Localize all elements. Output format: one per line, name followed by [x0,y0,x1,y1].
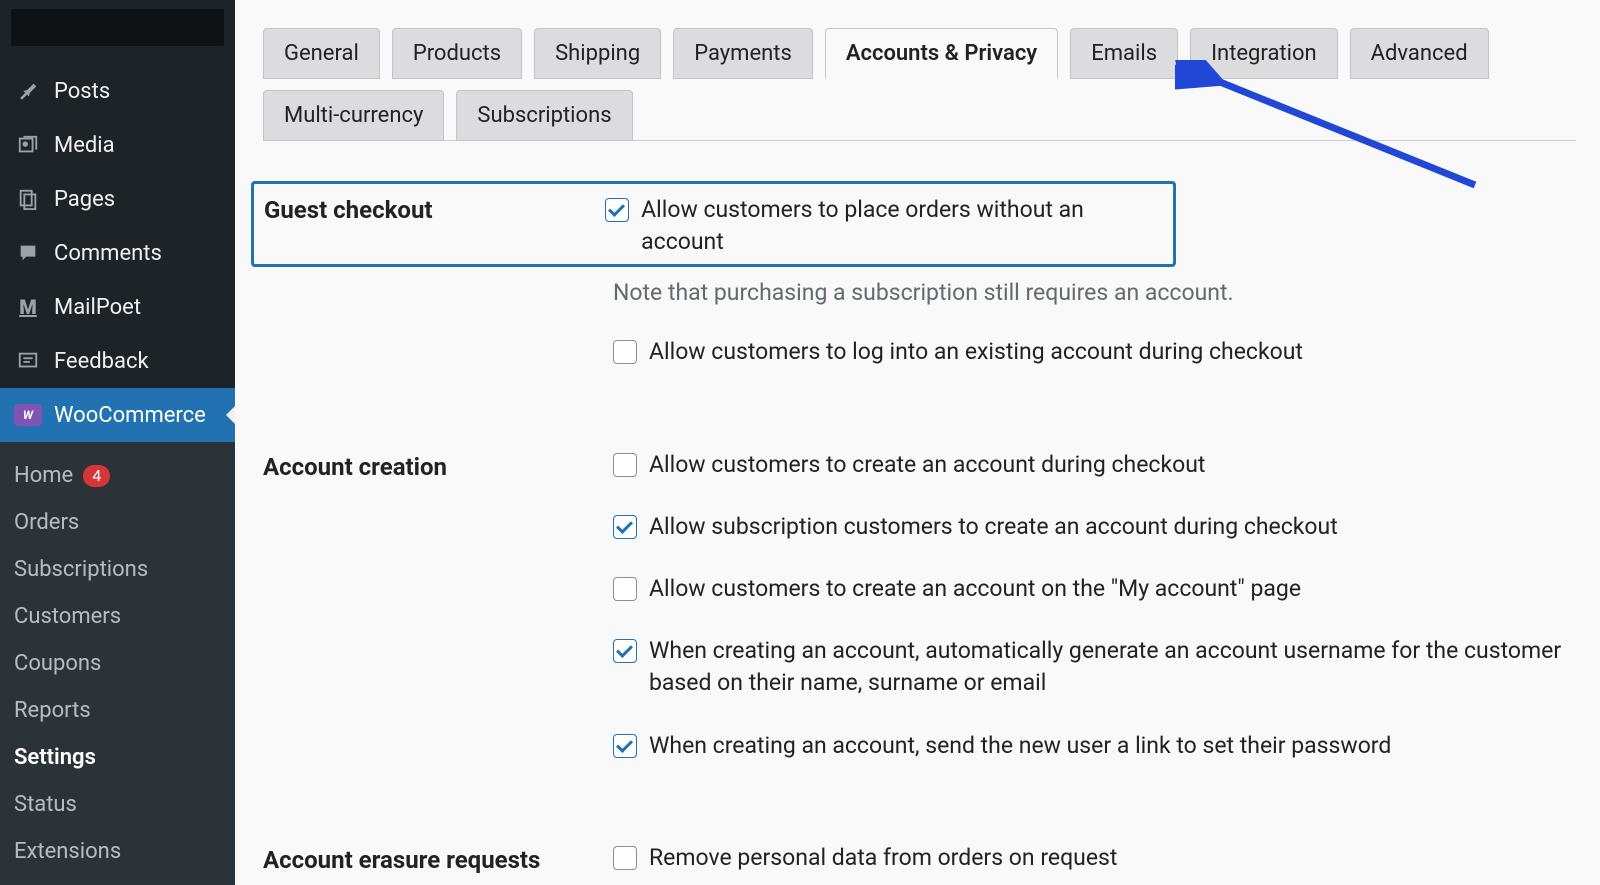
tab-multi-currency[interactable]: Multi-currency [263,90,444,141]
tab-label: Products [413,41,501,66]
checkbox-send-password-link[interactable] [613,734,637,758]
sidebar-item-label: Feedback [54,349,149,374]
tab-label: Accounts & Privacy [846,41,1037,66]
submenu-label: Settings [14,745,96,770]
checkbox-label: When creating an account, send the new u… [649,730,1391,762]
section-title-guest-checkout: Guest checkout [264,194,605,224]
tab-advanced[interactable]: Advanced [1350,28,1489,79]
woo-icon: W [14,401,42,429]
feedback-icon [14,347,42,375]
guest-checkout-note: Note that purchasing a subscription stil… [613,279,1576,306]
submenu-item-home[interactable]: Home 4 [0,452,235,499]
checkbox-label: Remove personal data from orders on requ… [649,842,1117,874]
submenu-label: Reports [14,698,91,723]
tab-label: Multi-currency [284,103,423,128]
woocommerce-submenu: Home 4 Orders Subscriptions Customers Co… [0,442,235,885]
submenu-label: Subscriptions [14,557,148,582]
submenu-item-extensions[interactable]: Extensions [0,828,235,875]
checkbox-label: Allow customers to create an account dur… [649,449,1205,481]
sidebar-item-comments[interactable]: Comments [0,226,235,280]
guest-checkout-highlight: Guest checkout Allow customers to place … [251,181,1176,267]
tab-general[interactable]: General [263,28,380,79]
tab-products[interactable]: Products [392,28,522,79]
pin-icon [14,77,42,105]
sidebar-item-label: Comments [54,241,162,266]
submenu-label: Home [14,463,73,488]
section-title-account-creation: Account creation [263,449,613,481]
tab-label: Payments [694,41,792,66]
sidebar-item-label: Pages [54,187,115,212]
submenu-item-orders[interactable]: Orders [0,499,235,546]
submenu-item-subscriptions[interactable]: Subscriptions [0,546,235,593]
checkbox-label: Allow customers to log into an existing … [649,336,1303,368]
submenu-label: Status [14,792,77,817]
sidebar-item-label: Posts [54,79,110,104]
checkbox-login-during-checkout[interactable] [613,340,637,364]
submenu-label: Customers [14,604,121,629]
admin-sidebar: Posts Media Pages Comments M MailPoet Fe… [0,0,235,885]
main-content: General Products Shipping Payments Accou… [235,0,1600,885]
checkbox-guest-place-orders[interactable] [605,198,629,222]
section-title-erasure: Account erasure requests [263,842,613,874]
sidebar-item-posts[interactable]: Posts [0,64,235,118]
tab-label: General [284,41,359,66]
submenu-badge: 4 [83,465,110,487]
checkbox-sub-create-account-checkout[interactable] [613,515,637,539]
tab-shipping[interactable]: Shipping [534,28,661,79]
checkbox-remove-personal-data[interactable] [613,846,637,870]
sidebar-item-woocommerce[interactable]: W WooCommerce [0,388,235,442]
tab-payments[interactable]: Payments [673,28,813,79]
site-name-block [11,9,224,46]
submenu-label: Coupons [14,651,101,676]
checkbox-create-account-myaccount[interactable] [613,577,637,601]
sidebar-item-label: WooCommerce [54,403,206,428]
sidebar-menu: Posts Media Pages Comments M MailPoet Fe… [0,46,235,885]
tab-integration[interactable]: Integration [1190,28,1338,79]
sidebar-item-mailpoet[interactable]: M MailPoet [0,280,235,334]
comment-icon [14,239,42,267]
tab-label: Integration [1211,41,1317,66]
tab-label: Emails [1091,41,1157,66]
media-icon [14,131,42,159]
tab-subscriptions[interactable]: Subscriptions [456,90,632,141]
tab-label: Shipping [555,41,640,66]
sidebar-item-feedback[interactable]: Feedback [0,334,235,388]
tab-emails[interactable]: Emails [1070,28,1178,79]
sidebar-item-pages[interactable]: Pages [0,172,235,226]
sidebar-item-label: MailPoet [54,295,141,320]
checkbox-label: When creating an account, automatically … [649,635,1576,699]
submenu-label: Extensions [14,839,121,864]
submenu-item-coupons[interactable]: Coupons [0,640,235,687]
checkbox-create-account-checkout[interactable] [613,453,637,477]
settings-tabs: General Products Shipping Payments Accou… [263,0,1576,141]
submenu-label: Orders [14,510,79,535]
submenu-item-settings[interactable]: Settings [0,734,235,781]
mailpoet-icon: M [14,293,42,321]
checkbox-label: Allow customers to place orders without … [641,194,1161,258]
tab-label: Subscriptions [477,103,611,128]
submenu-item-reports[interactable]: Reports [0,687,235,734]
pages-icon [14,185,42,213]
submenu-item-status[interactable]: Status [0,781,235,828]
checkbox-label: Allow subscription customers to create a… [649,511,1338,543]
checkbox-label: Allow customers to create an account on … [649,573,1301,605]
submenu-item-customers[interactable]: Customers [0,593,235,640]
tab-label: Advanced [1371,41,1468,66]
sidebar-item-media[interactable]: Media [0,118,235,172]
tab-accounts-privacy[interactable]: Accounts & Privacy [825,28,1058,79]
checkbox-generate-username[interactable] [613,639,637,663]
sidebar-item-label: Media [54,133,115,158]
